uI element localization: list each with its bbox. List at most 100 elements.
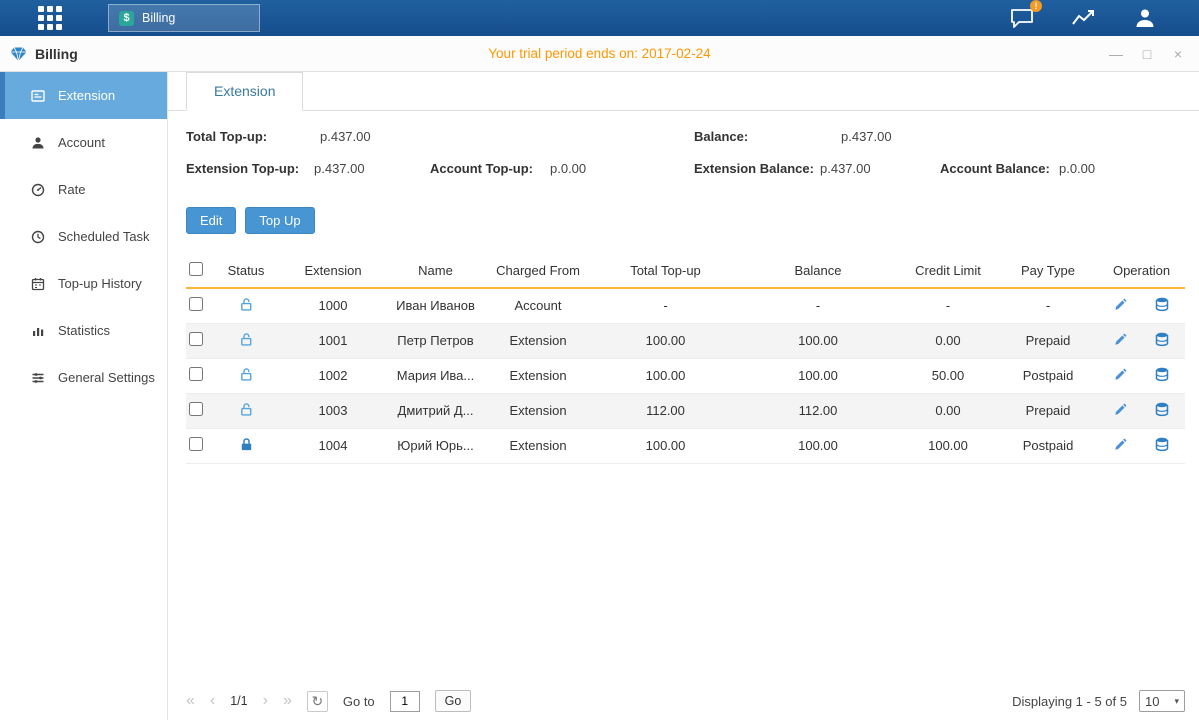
cell-name: Юрий Юрь... xyxy=(388,428,483,463)
extension-topup-label: Extension Top-up: xyxy=(186,161,299,176)
cell-total-topup: 100.00 xyxy=(593,428,738,463)
calendar-icon xyxy=(30,276,46,292)
sidebar-item-label: Scheduled Task xyxy=(58,229,150,244)
cell-balance: - xyxy=(738,288,898,323)
col-header-operation: Operation xyxy=(1098,254,1185,288)
cell-pay-type: Prepaid xyxy=(998,323,1098,358)
status-unlocked-icon xyxy=(239,402,254,420)
extension-table: Status Extension Name Charged From Total… xyxy=(186,254,1185,464)
row-checkbox[interactable] xyxy=(189,402,203,416)
sidebar-item-rate[interactable]: Rate xyxy=(0,166,167,213)
goto-page-input[interactable] xyxy=(390,691,420,712)
cell-credit-limit: 0.00 xyxy=(898,393,998,428)
sidebar-item-label: Rate xyxy=(58,182,85,197)
refresh-icon[interactable]: ↻ xyxy=(307,691,328,712)
cell-extension: 1001 xyxy=(278,323,388,358)
window-title: Billing xyxy=(35,46,78,62)
billing-record-icon[interactable] xyxy=(1154,366,1170,385)
goto-label: Go to xyxy=(343,694,375,709)
cell-balance: 100.00 xyxy=(738,358,898,393)
cell-pay-type: Postpaid xyxy=(998,428,1098,463)
edit-icon[interactable] xyxy=(1113,402,1128,420)
col-header-charged-from: Charged From xyxy=(483,254,593,288)
tab-extension[interactable]: Extension xyxy=(186,72,303,111)
billing-app-tab-label: Billing xyxy=(142,11,175,25)
balance-label: Balance: xyxy=(694,129,748,144)
col-header-credit-limit: Credit Limit xyxy=(898,254,998,288)
sidebar-item-scheduled-task[interactable]: Scheduled Task xyxy=(0,213,167,260)
messages-icon[interactable]: ! xyxy=(1009,6,1035,30)
cell-name: Петр Петров xyxy=(388,323,483,358)
minimize-icon[interactable]: — xyxy=(1109,46,1123,62)
cell-extension: 1003 xyxy=(278,393,388,428)
page-indicator: 1/1 xyxy=(230,694,247,708)
col-header-total-topup: Total Top-up xyxy=(593,254,738,288)
col-header-pay-type: Pay Type xyxy=(998,254,1098,288)
edit-icon[interactable] xyxy=(1113,332,1128,350)
account-balance-value: p.0.00 xyxy=(1059,161,1095,176)
cell-name: Иван Иванов xyxy=(388,288,483,323)
edit-icon[interactable] xyxy=(1113,297,1128,315)
cell-balance: 100.00 xyxy=(738,323,898,358)
billing-record-icon[interactable] xyxy=(1154,401,1170,420)
cell-total-topup: 100.00 xyxy=(593,358,738,393)
clock-icon xyxy=(30,229,46,245)
billing-diamond-icon xyxy=(10,46,27,62)
row-checkbox[interactable] xyxy=(189,437,203,451)
maximize-icon[interactable]: □ xyxy=(1140,46,1154,62)
sidebar-item-label: Account xyxy=(58,135,105,150)
status-unlocked-icon xyxy=(239,367,254,385)
reports-chart-icon[interactable] xyxy=(1071,7,1097,29)
person-icon xyxy=(30,135,46,151)
topbar: $ Billing ! xyxy=(0,0,1199,36)
cell-charged-from: Extension xyxy=(483,323,593,358)
go-button[interactable]: Go xyxy=(435,690,472,712)
edit-button[interactable]: Edit xyxy=(186,207,236,234)
next-page-icon[interactable]: › xyxy=(263,693,268,709)
row-checkbox[interactable] xyxy=(189,367,203,381)
action-buttons: Edit Top Up xyxy=(186,207,1185,234)
billing-record-icon[interactable] xyxy=(1154,436,1170,455)
user-account-icon[interactable] xyxy=(1133,6,1157,30)
cell-balance: 100.00 xyxy=(738,428,898,463)
tab-bar: Extension xyxy=(168,72,1199,111)
app-launcher-grid-icon[interactable] xyxy=(38,6,62,30)
main-content: Extension Total Top-up: p.437.00 Balance… xyxy=(168,72,1199,720)
chevron-down-icon: ▾ xyxy=(1174,696,1179,707)
row-checkbox[interactable] xyxy=(189,332,203,346)
sidebar-item-extension[interactable]: Extension xyxy=(0,72,167,119)
col-header-extension: Extension xyxy=(278,254,388,288)
cell-pay-type: Postpaid xyxy=(998,358,1098,393)
billing-app-tab[interactable]: $ Billing xyxy=(108,4,260,32)
sidebar-item-topup-history[interactable]: Top-up History xyxy=(0,260,167,307)
edit-icon[interactable] xyxy=(1113,367,1128,385)
sidebar-item-general-settings[interactable]: General Settings xyxy=(0,354,167,401)
cell-name: Дмитрий Д... xyxy=(388,393,483,428)
table-header-row: Status Extension Name Charged From Total… xyxy=(186,254,1185,288)
last-page-icon[interactable]: » xyxy=(283,693,292,709)
row-checkbox[interactable] xyxy=(189,297,203,311)
status-locked-icon xyxy=(239,437,254,455)
sidebar-item-account[interactable]: Account xyxy=(0,119,167,166)
table-row: 1000 Иван Иванов Account - - - - xyxy=(186,288,1185,323)
cell-total-topup: - xyxy=(593,288,738,323)
sidebar: Extension Account Rate Scheduled Task xyxy=(0,72,168,720)
window-titlebar: Billing Your trial period ends on: 2017-… xyxy=(0,36,1199,72)
total-topup-label: Total Top-up: xyxy=(186,129,267,144)
extension-balance-label: Extension Balance: xyxy=(694,161,814,176)
billing-record-icon[interactable] xyxy=(1154,296,1170,315)
cell-pay-type: - xyxy=(998,288,1098,323)
page-size-select[interactable]: 10 ▾ xyxy=(1139,690,1185,712)
cell-charged-from: Extension xyxy=(483,358,593,393)
prev-page-icon[interactable]: ‹ xyxy=(210,693,215,709)
sidebar-item-statistics[interactable]: Statistics xyxy=(0,307,167,354)
edit-icon[interactable] xyxy=(1113,437,1128,455)
billing-record-icon[interactable] xyxy=(1154,331,1170,350)
col-header-status: Status xyxy=(214,254,278,288)
select-all-checkbox[interactable] xyxy=(189,262,203,276)
close-icon[interactable]: × xyxy=(1171,46,1185,62)
first-page-icon[interactable]: « xyxy=(186,693,195,709)
account-topup-label: Account Top-up: xyxy=(430,161,533,176)
topup-button[interactable]: Top Up xyxy=(245,207,314,234)
balance-summary: Total Top-up: p.437.00 Balance: p.437.00… xyxy=(186,129,1185,195)
